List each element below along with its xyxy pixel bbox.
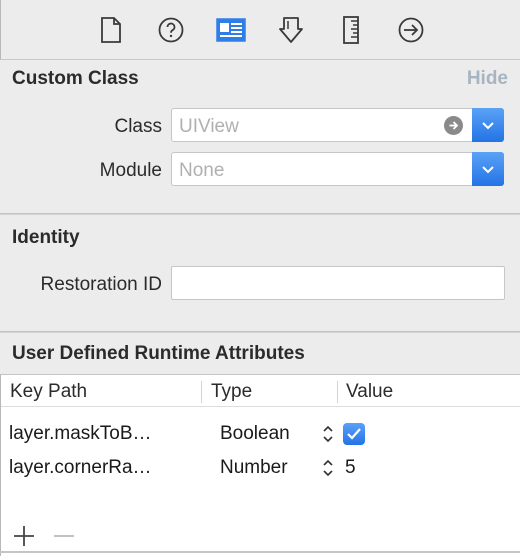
type-cell[interactable]: Number bbox=[220, 457, 288, 479]
section-divider bbox=[0, 331, 520, 333]
column-header-key-path[interactable]: Key Path bbox=[10, 381, 87, 403]
type-stepper-icon[interactable] bbox=[321, 423, 335, 450]
class-combo[interactable]: UIView bbox=[171, 108, 504, 142]
key-path-cell[interactable]: layer.cornerRa… bbox=[9, 457, 152, 479]
minus-icon bbox=[54, 535, 74, 537]
class-dropdown-button[interactable] bbox=[472, 108, 504, 142]
chevron-down-icon bbox=[482, 165, 494, 173]
connections-inspector-icon[interactable] bbox=[395, 14, 427, 46]
section-divider bbox=[0, 213, 520, 215]
value-checkbox[interactable] bbox=[343, 423, 365, 445]
attributes-inspector-icon[interactable] bbox=[275, 14, 307, 46]
chevron-down-icon bbox=[482, 121, 494, 129]
column-header-value[interactable]: Value bbox=[346, 381, 393, 403]
module-dropdown-button[interactable] bbox=[472, 152, 504, 186]
identity-title: Identity bbox=[12, 227, 80, 248]
class-value[interactable]: UIView bbox=[179, 116, 239, 138]
runtime-attributes-title: User Defined Runtime Attributes bbox=[12, 343, 305, 364]
bottom-divider bbox=[0, 551, 520, 553]
key-path-cell[interactable]: layer.maskToB… bbox=[9, 423, 152, 445]
runtime-attributes-table: Key Path Type Value layer.maskToB… Boole… bbox=[0, 374, 520, 556]
restoration-id-input[interactable] bbox=[171, 266, 505, 300]
remove-attribute-button[interactable]: − bbox=[53, 525, 75, 552]
module-value[interactable]: None bbox=[179, 160, 224, 182]
header-divider bbox=[1, 406, 520, 407]
file-inspector-icon[interactable] bbox=[95, 14, 127, 46]
type-cell[interactable]: Boolean bbox=[220, 423, 290, 445]
restoration-id-label: Restoration ID bbox=[40, 274, 162, 295]
add-attribute-button[interactable]: + bbox=[13, 525, 35, 552]
class-label: Class bbox=[114, 116, 162, 137]
column-separator[interactable] bbox=[201, 381, 202, 403]
checkmark-icon bbox=[347, 428, 361, 440]
type-stepper-icon[interactable] bbox=[321, 457, 335, 484]
identity-inspector-icon[interactable] bbox=[215, 14, 247, 46]
hide-custom-class-button[interactable]: Hide bbox=[467, 68, 508, 90]
plus-icon bbox=[14, 526, 34, 546]
value-cell[interactable]: 5 bbox=[345, 457, 356, 479]
inspector-toolbar bbox=[0, 0, 520, 60]
column-separator[interactable] bbox=[337, 381, 338, 403]
module-combo[interactable]: None bbox=[171, 152, 504, 186]
size-inspector-icon[interactable] bbox=[335, 14, 367, 46]
go-to-class-icon[interactable] bbox=[444, 116, 463, 135]
quick-help-icon[interactable] bbox=[155, 14, 187, 46]
module-label: Module bbox=[99, 160, 162, 181]
custom-class-title: Custom Class bbox=[12, 68, 139, 89]
column-header-type[interactable]: Type bbox=[211, 381, 252, 403]
